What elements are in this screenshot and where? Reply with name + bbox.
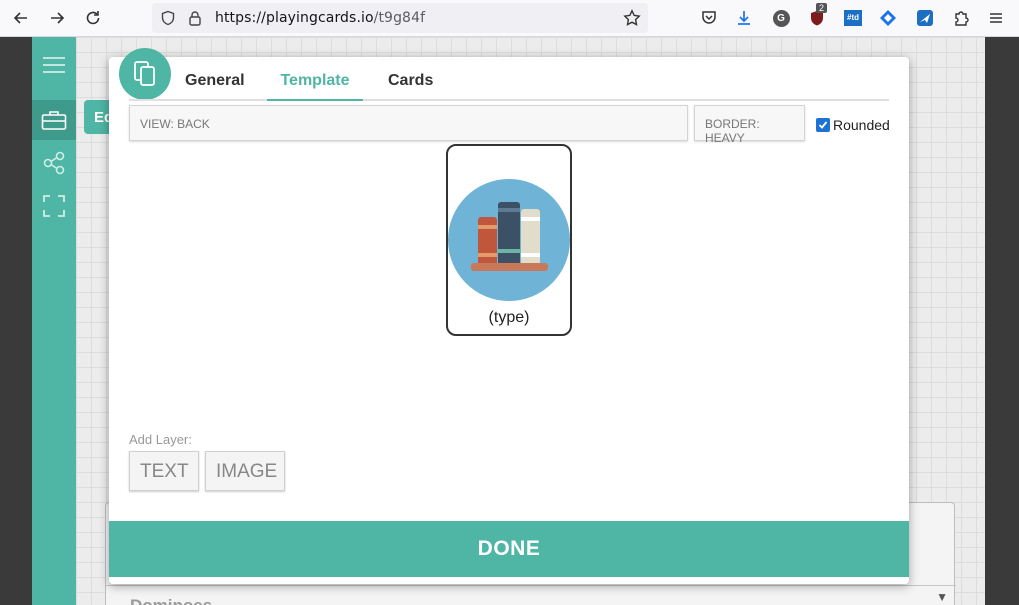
fullscreen-icon (43, 195, 65, 217)
view-side-select[interactable]: VIEW: BACK (129, 105, 688, 141)
sidebar-menu-button[interactable] (32, 45, 76, 85)
tab-general[interactable]: General (185, 72, 245, 101)
card-type-label: (type) (488, 309, 530, 326)
diamond-icon (880, 10, 896, 26)
ublock-extension-button[interactable]: 2 (806, 3, 828, 29)
chevron-down-icon: ▼ (936, 590, 948, 604)
g-extension-icon: G (772, 9, 790, 27)
g-extension-label: G (777, 12, 785, 24)
g-extension-button[interactable]: G (770, 7, 792, 29)
tab-cards[interactable]: Cards (388, 72, 433, 101)
reload-icon (86, 11, 100, 25)
lock-icon (189, 11, 201, 26)
sidebar-edit-button[interactable] (32, 100, 76, 140)
border-style-select[interactable]: BORDER: HEAVY (694, 105, 805, 145)
card-preview[interactable]: (type) (446, 144, 572, 336)
modal-tabs: General Template Cards (129, 57, 889, 101)
td-extension-label: #td (847, 13, 859, 22)
share-icon (43, 151, 65, 175)
arrow-right-icon (51, 12, 65, 24)
download-icon (738, 11, 750, 25)
rounded-label: Rounded (833, 117, 890, 133)
checkmark-icon (818, 121, 828, 129)
done-button[interactable]: DONE (109, 521, 909, 577)
page-margin-left (0, 37, 32, 605)
game-type-select-label: Dominoes (130, 596, 212, 605)
diamond-extension-button[interactable] (877, 7, 899, 29)
sidebar-share-button[interactable] (32, 143, 76, 183)
downloads-button[interactable] (733, 7, 755, 29)
sidebar-fullscreen-button[interactable] (32, 186, 76, 226)
briefcase-icon (41, 111, 67, 130)
page-margin-right (985, 37, 1019, 605)
arrow-left-icon (13, 12, 27, 24)
url-path: /t9g84f (373, 10, 426, 26)
browser-toolbar: https://playingcards.io/t9g84f G 2 #td (0, 0, 1019, 37)
add-layer-label: Add Layer: (129, 432, 192, 447)
hamburger-icon (990, 13, 1002, 23)
pocket-icon (702, 11, 716, 24)
url-text: https://playingcards.io/t9g84f (215, 10, 425, 26)
pocket-button[interactable] (698, 7, 720, 29)
add-image-layer-button[interactable]: IMAGE (205, 451, 285, 491)
back-button[interactable] (8, 6, 34, 30)
blue-extension-button[interactable] (914, 7, 936, 29)
address-bar[interactable]: https://playingcards.io/t9g84f (152, 3, 648, 33)
puzzle-icon (955, 11, 969, 26)
hamburger-menu-icon (43, 57, 65, 73)
reload-button[interactable] (80, 6, 106, 30)
rounded-checkbox[interactable] (816, 118, 830, 132)
app-sidebar (32, 37, 76, 605)
shield-icon (161, 10, 175, 26)
rounded-toggle[interactable]: Rounded (816, 117, 890, 133)
tab-template[interactable]: Template (267, 72, 363, 101)
app-menu-button[interactable] (985, 7, 1007, 29)
td-extension-button[interactable]: #td (842, 7, 864, 29)
extension-badge: 2 (816, 3, 828, 13)
plane-icon (917, 10, 933, 26)
td-extension-icon: #td (844, 10, 862, 26)
edit-deck-modal: General Template Cards VIEW: BACK BORDER… (109, 48, 909, 584)
add-text-layer-button[interactable]: TEXT (129, 451, 199, 491)
game-type-select[interactable]: Dominoes ▼ (106, 585, 956, 605)
books-icon (448, 179, 570, 301)
url-host: https://playingcards.io (215, 10, 374, 26)
star-icon[interactable] (623, 9, 641, 27)
extensions-button[interactable] (950, 7, 972, 29)
forward-button[interactable] (44, 6, 70, 30)
